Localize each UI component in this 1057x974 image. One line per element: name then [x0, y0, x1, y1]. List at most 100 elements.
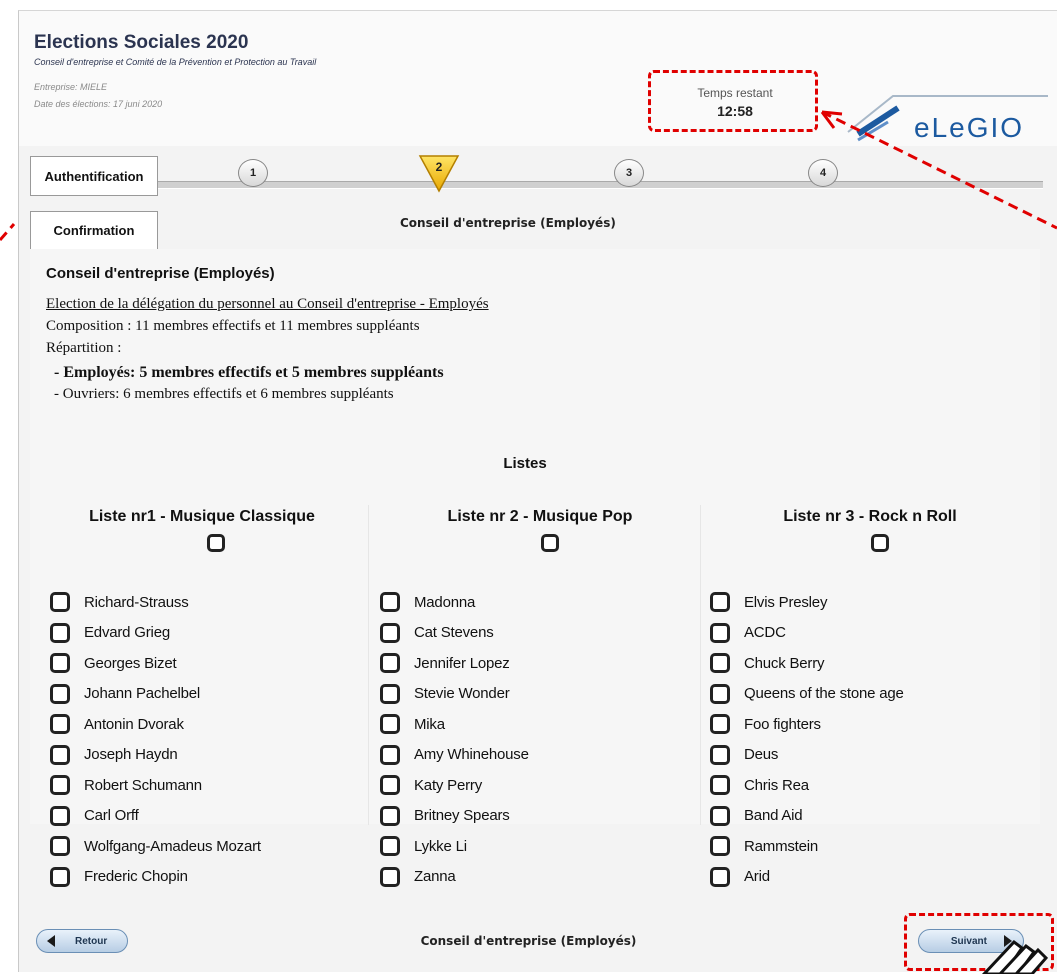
candidate-checkbox[interactable]	[380, 805, 400, 826]
candidate-row[interactable]: Chris Rea	[710, 773, 809, 797]
candidate-row[interactable]: Georges Bizet	[50, 651, 177, 675]
timer-highlight	[648, 70, 818, 132]
candidate-checkbox[interactable]	[380, 592, 400, 612]
list-3-checkbox[interactable]	[871, 534, 889, 552]
candidate-checkbox[interactable]	[50, 653, 70, 673]
candidate-checkbox[interactable]	[50, 866, 70, 887]
candidate-checkbox[interactable]	[50, 714, 70, 734]
candidate-checkbox[interactable]	[380, 653, 400, 673]
candidate-row[interactable]: Cat Stevens	[380, 621, 494, 645]
step-4[interactable]: 4	[808, 159, 838, 187]
candidate-row[interactable]: Carl Orff	[50, 804, 139, 828]
candidate-checkbox[interactable]	[380, 683, 400, 704]
candidate-checkbox[interactable]	[380, 622, 400, 643]
candidate-checkbox[interactable]	[50, 836, 70, 856]
candidate-row[interactable]: ACDC	[710, 621, 786, 645]
candidate-row[interactable]: Chuck Berry	[710, 651, 825, 675]
candidate-row[interactable]: Stevie Wonder	[380, 682, 510, 706]
candidate-checkbox[interactable]	[710, 592, 730, 612]
candidate-checkbox[interactable]	[710, 683, 730, 704]
candidate-row[interactable]: Frederic Chopin	[50, 865, 188, 889]
candidate-row[interactable]: Edvard Grieg	[50, 621, 170, 645]
candidate-row[interactable]: Mika	[380, 712, 445, 736]
candidate-checkbox[interactable]	[710, 622, 730, 643]
candidate-name: Joseph Haydn	[84, 746, 178, 763]
footer-section-label: Conseil d'entreprise (Employés)	[420, 934, 637, 948]
candidate-checkbox[interactable]	[380, 836, 400, 856]
column-divider	[700, 505, 701, 825]
list-1-checkbox[interactable]	[207, 534, 225, 552]
candidate-name: Foo fighters	[744, 715, 821, 733]
candidate-checkbox[interactable]	[50, 805, 70, 826]
candidate-name: Britney Spears	[414, 807, 510, 824]
repartition-text: Répartition :	[46, 340, 122, 356]
candidate-row[interactable]: Zanna	[380, 865, 456, 889]
candidate-name: Georges Bizet	[84, 654, 177, 672]
candidate-name: Johann Pachelbel	[84, 685, 201, 702]
candidate-row[interactable]: Arid	[710, 865, 770, 889]
candidate-checkbox[interactable]	[710, 866, 730, 887]
candidate-checkbox[interactable]	[50, 775, 70, 795]
candidate-row[interactable]: Jennifer Lopez	[380, 651, 510, 675]
candidate-row[interactable]: Rammstein	[710, 834, 818, 858]
candidate-checkbox[interactable]	[380, 714, 400, 734]
step-1[interactable]: 1	[238, 159, 268, 187]
candidate-row[interactable]: Madonna	[380, 590, 475, 614]
listes-heading: Listes	[503, 455, 547, 472]
candidate-row[interactable]: Antonin Dvorak	[50, 712, 184, 736]
candidate-checkbox[interactable]	[710, 714, 730, 734]
candidate-checkbox[interactable]	[50, 744, 70, 765]
ballot-title: Conseil d'entreprise (Employés)	[46, 265, 275, 282]
candidate-name: Madonna	[414, 593, 476, 611]
section-heading: Conseil d'entreprise (Employés)	[400, 216, 616, 230]
candidate-row[interactable]: Wolfgang-Amadeus Mozart	[50, 834, 261, 858]
list-1-title: Liste nr1 - Musique Classique	[89, 508, 315, 525]
step-2-label: 2	[435, 160, 443, 174]
candidate-name: Amy Whinehouse	[414, 746, 529, 763]
tab-confirmation[interactable]: Confirmation	[30, 211, 158, 249]
employes-text: - Employés: 5 membres effectifs et 5 mem…	[54, 364, 444, 381]
candidate-row[interactable]: Robert Schumann	[50, 773, 202, 797]
candidate-name: Richard-Strauss	[84, 593, 189, 611]
candidate-row[interactable]: Britney Spears	[380, 804, 510, 828]
candidate-checkbox[interactable]	[50, 683, 70, 704]
column-divider	[368, 505, 369, 825]
candidate-row[interactable]: Band Aid	[710, 804, 803, 828]
candidate-checkbox[interactable]	[710, 836, 730, 856]
list-2-checkbox[interactable]	[541, 534, 559, 552]
timer-label: Temps restant	[697, 86, 773, 100]
candidate-row[interactable]: Joseph Haydn	[50, 743, 178, 767]
candidate-row[interactable]: Richard-Strauss	[50, 590, 189, 614]
candidate-name: Edvard Grieg	[84, 624, 170, 641]
candidate-checkbox[interactable]	[380, 744, 400, 765]
candidate-row[interactable]: Foo fighters	[710, 712, 821, 736]
hand-cursor-icon	[981, 939, 1049, 974]
candidate-checkbox[interactable]	[380, 866, 400, 887]
candidate-name: Carl Orff	[84, 807, 139, 824]
election-link[interactable]: Election de la délégation du personnel a…	[46, 296, 489, 313]
candidate-checkbox[interactable]	[50, 592, 70, 612]
company-label: Entreprise: MIELE	[34, 82, 108, 92]
step-3[interactable]: 3	[614, 159, 644, 187]
candidate-checkbox[interactable]	[710, 775, 730, 795]
candidate-name: Band Aid	[744, 807, 803, 824]
ouvriers-text: - Ouvriers: 6 membres effectifs et 6 mem…	[54, 386, 394, 402]
candidate-row[interactable]: Deus	[710, 743, 778, 767]
tab-authentification[interactable]: Authentification	[30, 156, 158, 196]
candidate-checkbox[interactable]	[710, 805, 730, 826]
candidate-row[interactable]: Lykke Li	[380, 834, 467, 858]
candidate-checkbox[interactable]	[380, 775, 400, 795]
timer-value: 12:58	[717, 103, 753, 119]
candidate-checkbox[interactable]	[710, 744, 730, 765]
candidate-row[interactable]: Katy Perry	[380, 773, 482, 797]
candidate-row[interactable]: Elvis Presley	[710, 590, 827, 614]
candidate-name: Cat Stevens	[414, 624, 494, 641]
candidate-row[interactable]: Queens of the stone age	[710, 682, 904, 706]
candidate-row[interactable]: Amy Whinehouse	[380, 743, 529, 767]
logo-text: eLeGIO	[914, 112, 1025, 143]
candidate-checkbox[interactable]	[710, 653, 730, 673]
candidate-row[interactable]: Johann Pachelbel	[50, 682, 200, 706]
candidate-name: Chris Rea	[744, 776, 809, 794]
candidate-checkbox[interactable]	[50, 622, 70, 643]
election-date: Date des élections: 17 juni 2020	[34, 99, 163, 109]
